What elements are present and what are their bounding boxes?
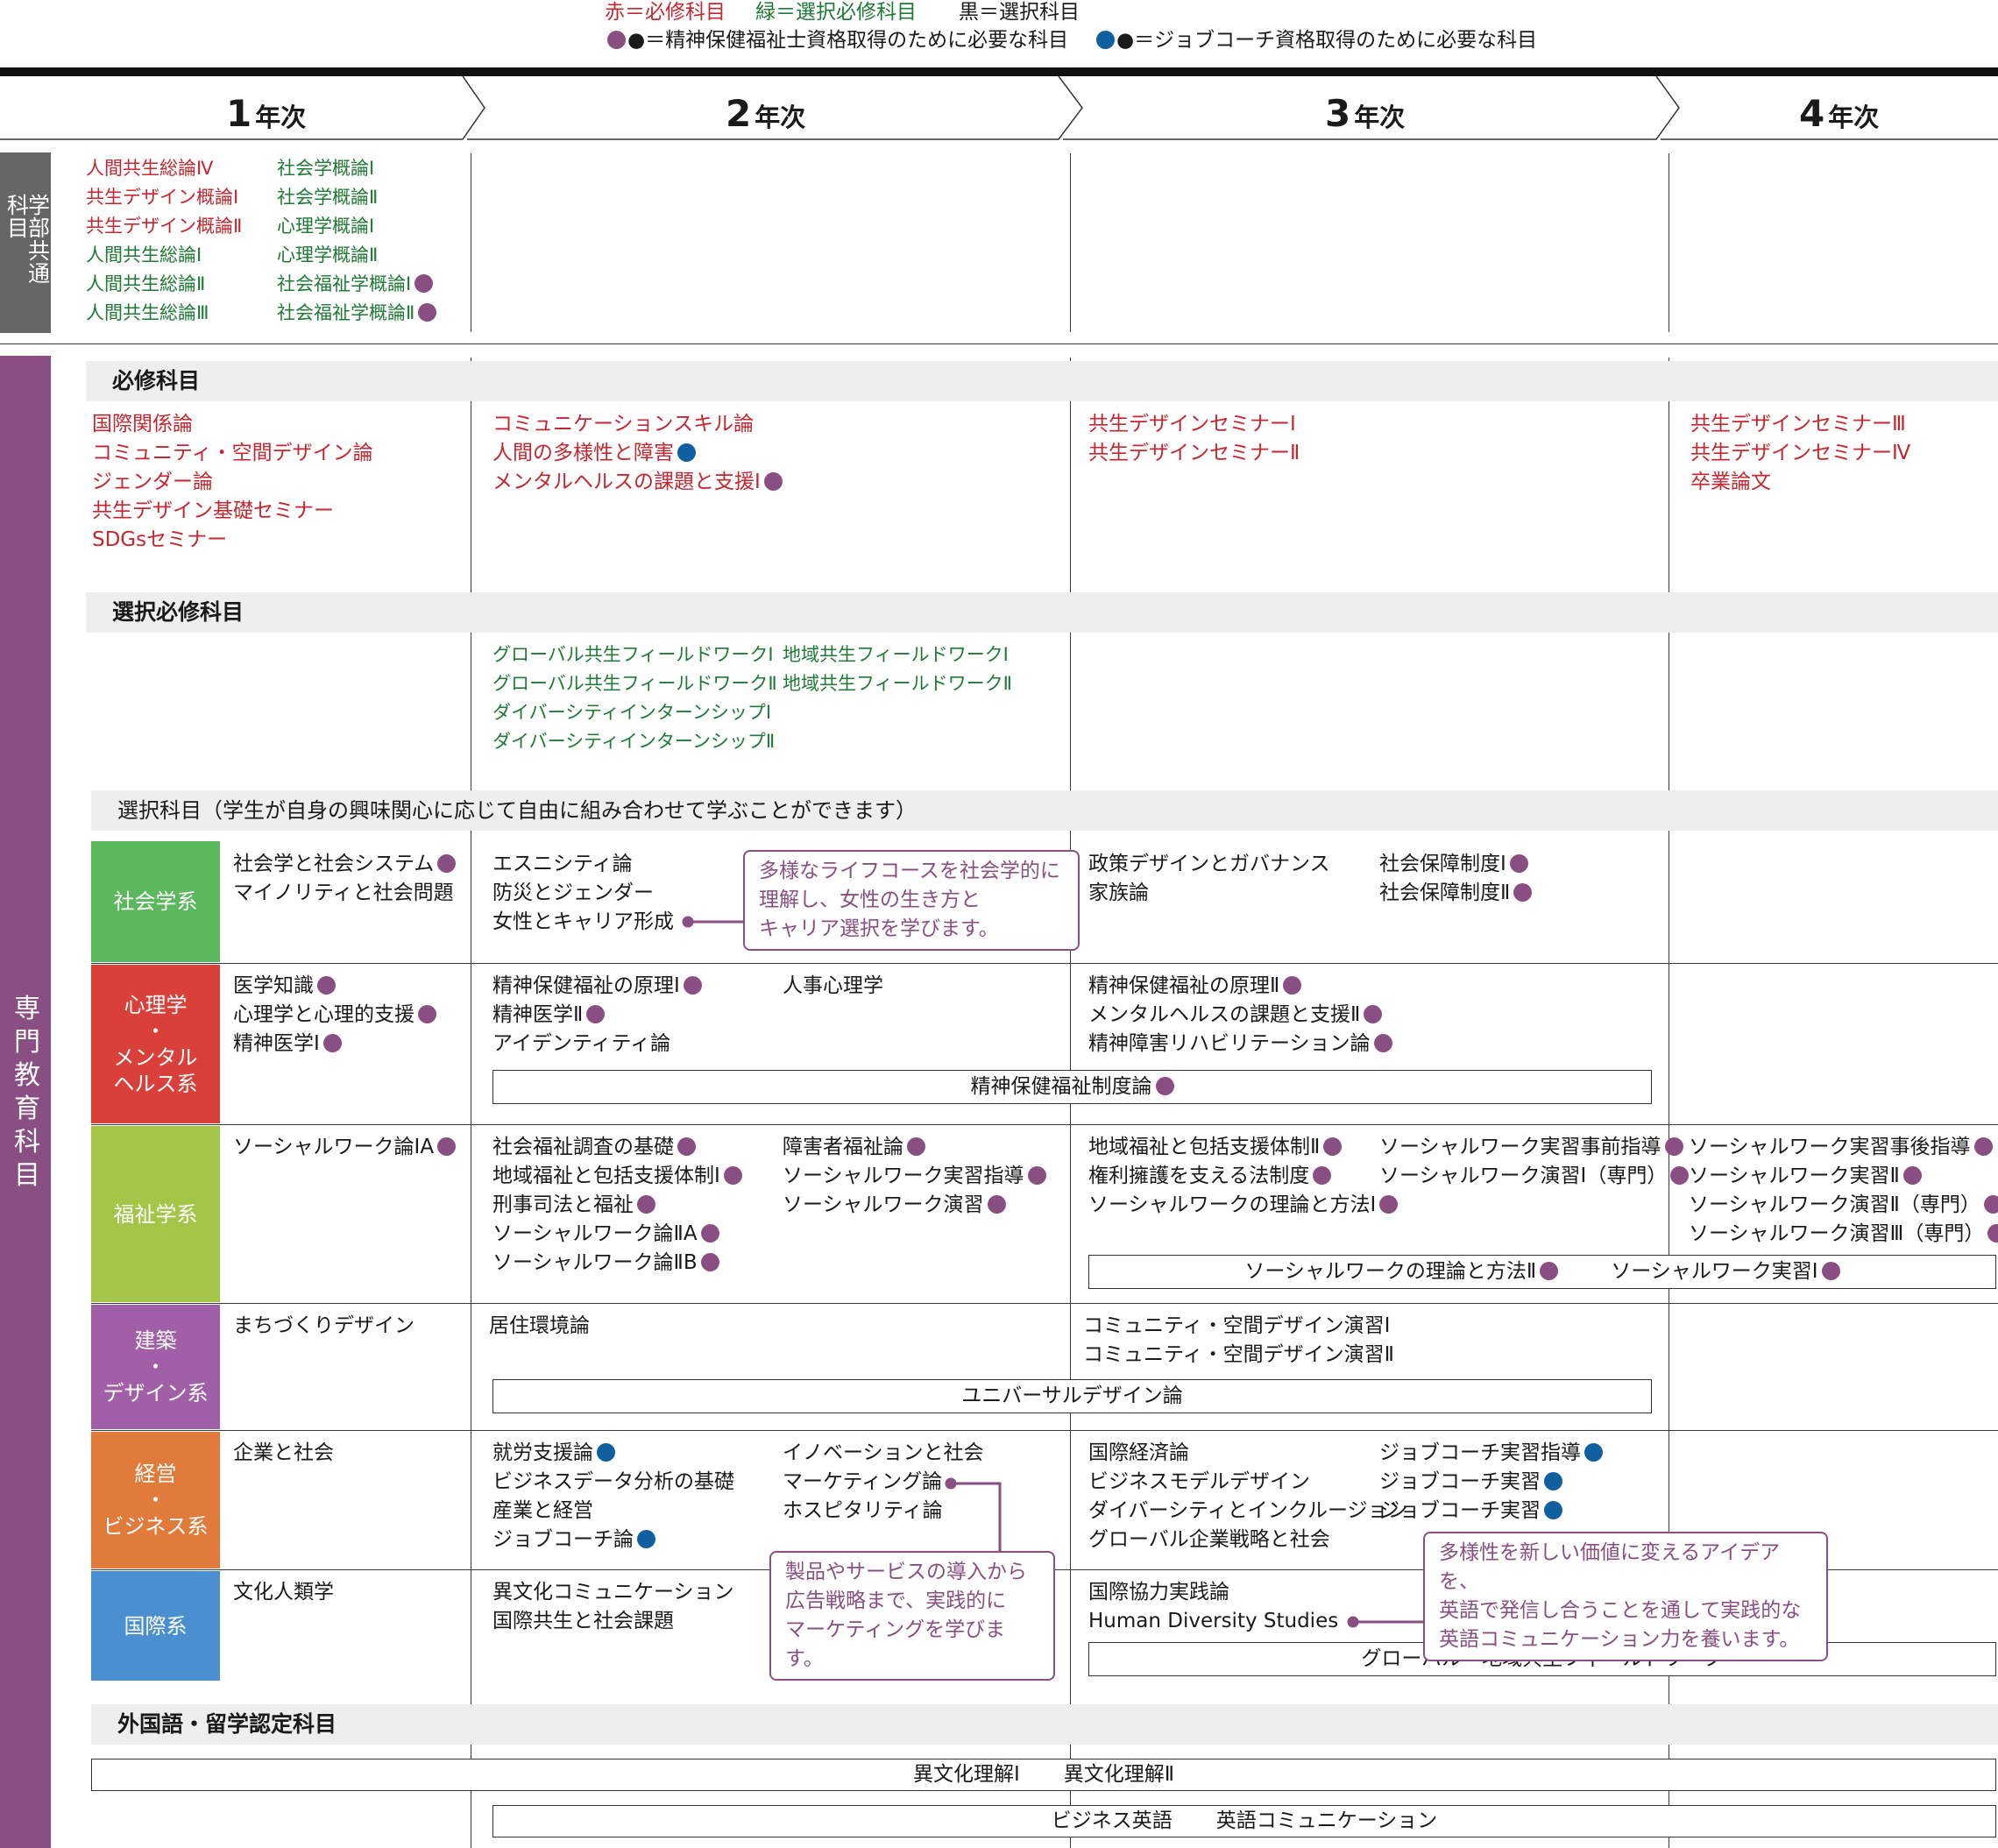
foreign-title: 外国語・留学認定科目 bbox=[91, 1704, 1998, 1745]
course: 異文化理解Ⅰ bbox=[912, 1763, 1020, 1786]
course: 英語コミュニケーション bbox=[1215, 1809, 1438, 1832]
course: ビジネス英語 bbox=[1051, 1809, 1173, 1832]
callout-english: 多様性を新しい価値に変えるアイデアを、 英語で発信し合うことを通して実践的な 英… bbox=[1423, 1532, 1828, 1661]
span-box: 異文化理解Ⅰ 異文化理解Ⅱ bbox=[91, 1759, 1996, 1791]
callout-women-career: 多様なライフコースを社会学的に 理解し、女性の生き方と キャリア選択を学びます。 bbox=[743, 850, 1080, 951]
callout-marketing: 製品やサービスの導入から 広告戦略まで、実践的に マーケティングを学びます。 bbox=[769, 1551, 1055, 1681]
course: 異文化理解Ⅱ bbox=[1063, 1763, 1175, 1786]
span-box: ビジネス英語 英語コミュニケーション bbox=[492, 1805, 1996, 1837]
